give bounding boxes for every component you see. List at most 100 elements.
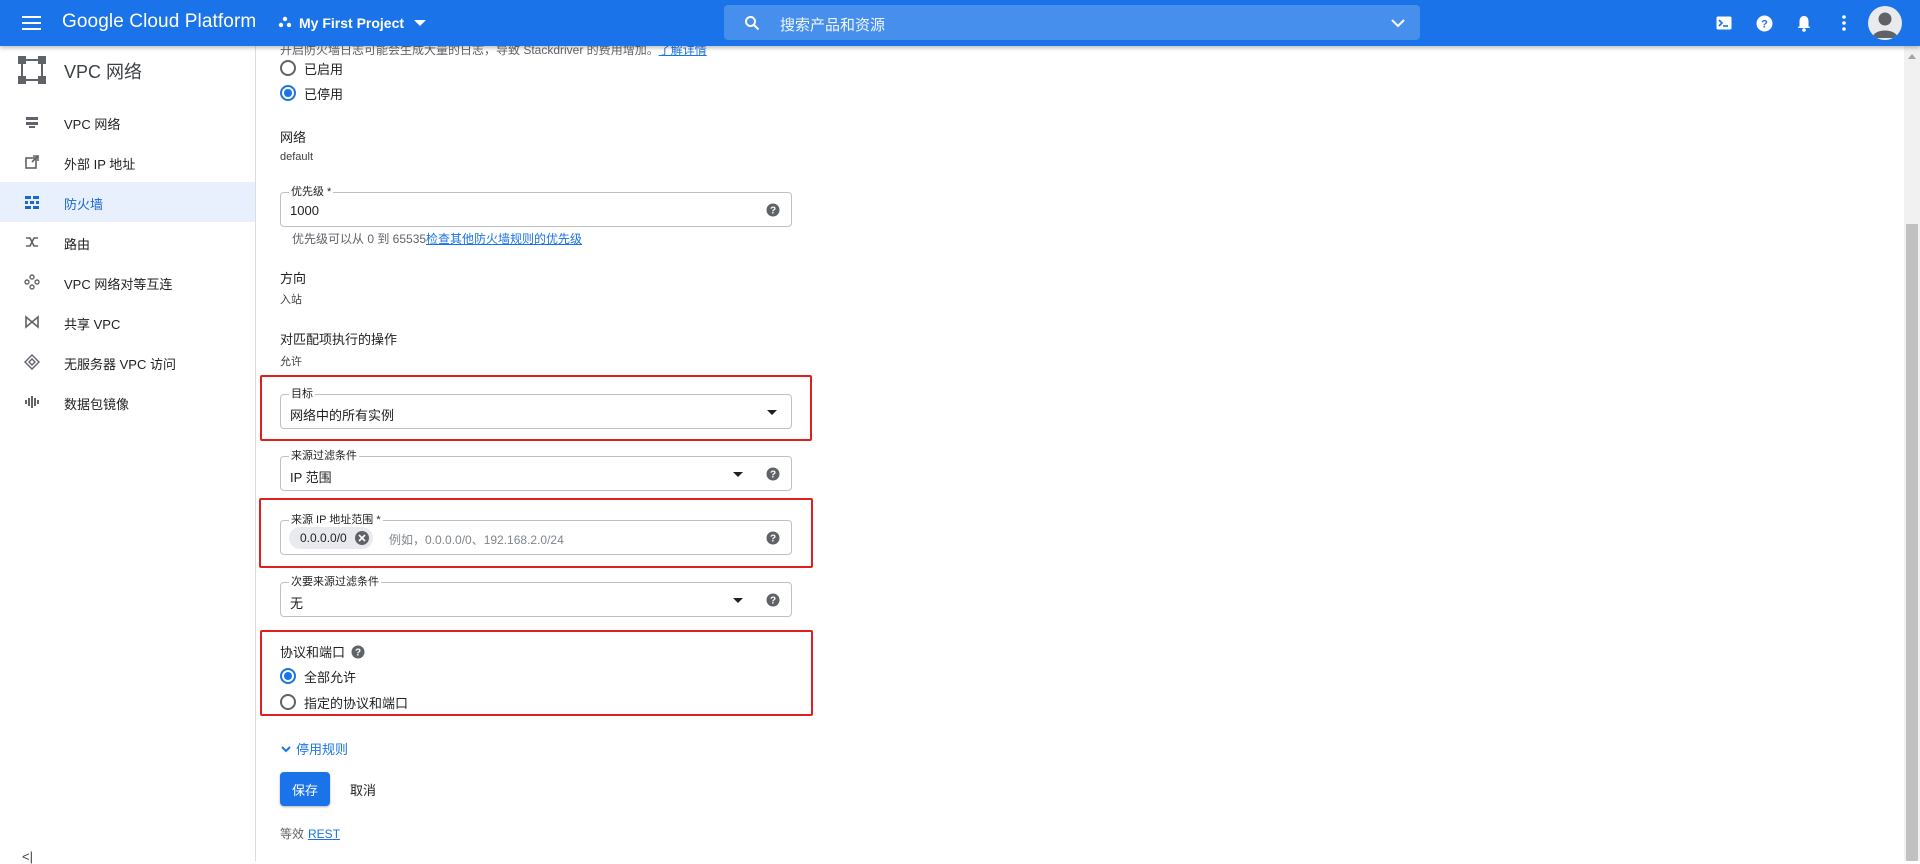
dropdown-arrow-icon[interactable]: [733, 598, 743, 603]
ip-range-chip[interactable]: 0.0.0.0/0: [289, 527, 373, 549]
sidebar-item-external-ip[interactable]: 外部 IP 地址: [0, 142, 255, 182]
chevron-down-icon[interactable]: [1390, 15, 1406, 31]
source-filter-label: 来源过滤条件: [289, 449, 359, 463]
source-ip-ranges-label: 来源 IP 地址范围 *: [289, 513, 383, 527]
serverless-icon: [24, 354, 40, 370]
project-hexagon-icon: [278, 16, 292, 28]
sidebar-item-shared-vpc[interactable]: 共享 VPC: [0, 302, 255, 342]
sidebar-item-firewall[interactable]: 防火墙: [0, 182, 255, 222]
priority-field-label: 优先级 *: [289, 185, 334, 199]
secondary-filter-label: 次要来源过滤条件: [289, 575, 381, 589]
direction-value: 入站: [280, 294, 302, 306]
logs-on-radio[interactable]: 已启用: [280, 58, 343, 78]
logs-off-radio[interactable]: 已停用: [280, 83, 343, 103]
cancel-button[interactable]: 取消: [338, 772, 388, 806]
product-header: VPC 网络: [0, 46, 255, 94]
action-label: 对匹配项执行的操作: [280, 332, 398, 347]
disable-rule-label: 停用规则: [296, 742, 349, 757]
search-bar[interactable]: 搜索产品和资源: [724, 5, 1420, 40]
specified-protocols-radio[interactable]: 指定的协议和端口: [280, 692, 408, 712]
vpc-network-logo-icon: [18, 56, 46, 84]
left-nav: VPC 网络 VPC 网络 外部 IP 地址 防火墙 路由 VPC 网络对等互连…: [0, 46, 256, 864]
scrollbar-thumb[interactable]: [1906, 224, 1918, 861]
cloud-shell-icon[interactable]: [1712, 11, 1736, 35]
account-avatar[interactable]: [1868, 6, 1902, 40]
sidebar-item-packet-mirroring[interactable]: 数据包镜像: [0, 382, 255, 422]
page-scrollbar[interactable]: [1904, 46, 1920, 861]
notifications-bell-icon[interactable]: [1792, 11, 1816, 35]
source-filter-value: IP 范围: [290, 470, 332, 485]
help-icon[interactable]: ?: [766, 593, 780, 607]
search-input[interactable]: 搜索产品和资源: [780, 14, 885, 35]
main-menu-icon[interactable]: [20, 11, 44, 35]
sidebar-item-label: 共享 VPC: [64, 317, 121, 332]
help-icon[interactable]: ?: [766, 531, 780, 545]
firewall-icon: [25, 196, 39, 209]
sidebar-item-label: 无服务器 VPC 访问: [64, 357, 176, 372]
help-icon[interactable]: ?: [766, 203, 780, 217]
rest-link[interactable]: REST: [308, 827, 340, 841]
project-selector[interactable]: My First Project: [278, 11, 427, 35]
sidebar-item-vpc-networks[interactable]: VPC 网络: [0, 102, 255, 142]
source-ip-ranges-field[interactable]: 来源 IP 地址范围 * 0.0.0.0/0 例如，0.0.0.0/0、192.…: [280, 513, 792, 555]
chevron-down-icon: [281, 745, 291, 752]
allow-all-radio[interactable]: 全部允许: [280, 666, 356, 686]
action-value: 允许: [280, 356, 302, 368]
sidebar-item-routes[interactable]: 路由: [0, 222, 255, 262]
sidebar-item-label: 数据包镜像: [64, 397, 130, 412]
sidebar-item-label: VPC 网络: [64, 117, 121, 132]
source-ip-input[interactable]: 例如，0.0.0.0/0、192.168.2.0/24: [389, 531, 564, 548]
external-ip-icon: [25, 155, 39, 169]
top-app-bar: Google Cloud Platform My First Project 搜…: [0, 0, 1920, 46]
svg-text:?: ?: [1761, 18, 1768, 30]
sidebar-item-label: 路由: [64, 237, 91, 252]
secondary-source-filter-select[interactable]: 次要来源过滤条件 无 ?: [280, 575, 792, 617]
main-content: 开启防火墙日志可能会生成大量的日志，导致 Stackdriver 的费用增加。了…: [256, 46, 1904, 861]
sidebar-item-label: 防火墙: [64, 197, 104, 212]
learn-more-link[interactable]: 了解详情: [659, 46, 707, 57]
priority-field[interactable]: 优先级 * 1000 ?: [280, 185, 792, 227]
radio-circle: [280, 694, 296, 710]
equivalent-rest: 等效 REST: [280, 827, 341, 841]
svg-text:?: ?: [770, 206, 776, 217]
target-select[interactable]: 目标 网络中的所有实例: [280, 387, 792, 429]
svg-text:?: ?: [770, 596, 776, 607]
priority-input[interactable]: 1000: [290, 203, 319, 218]
logs-note: 开启防火墙日志可能会生成大量的日志，导致 Stackdriver 的费用增加。了…: [280, 46, 707, 58]
project-name: My First Project: [299, 15, 405, 31]
sidebar-item-serverless-vpc-access[interactable]: 无服务器 VPC 访问: [0, 342, 255, 382]
protocols-ports-label: 协议和端口: [280, 645, 346, 660]
radio-circle: [280, 668, 296, 684]
peering-icon: [24, 274, 40, 290]
radio-circle: [280, 60, 296, 76]
radio-label: 已启用: [304, 61, 344, 77]
network-value: default: [280, 151, 314, 163]
chip-label: 0.0.0.0/0: [300, 531, 347, 545]
app-title[interactable]: Google Cloud Platform: [62, 11, 256, 33]
help-icon[interactable]: ?: [1752, 11, 1776, 35]
help-icon[interactable]: ?: [766, 467, 780, 481]
sidebar-item-vpc-peering[interactable]: VPC 网络对等互连: [0, 262, 255, 302]
sidebar-item-label: 外部 IP 地址: [64, 157, 136, 172]
svg-text:?: ?: [770, 534, 776, 545]
radio-label: 全部允许: [304, 669, 357, 685]
source-filter-select[interactable]: 来源过滤条件 IP 范围 ?: [280, 449, 792, 491]
network-label: 网络: [280, 130, 307, 145]
secondary-filter-value: 无: [290, 596, 304, 611]
radio-label: 已停用: [304, 86, 344, 102]
dropdown-arrow-icon[interactable]: [767, 410, 777, 415]
scroll-up-icon[interactable]: [1908, 54, 1916, 59]
save-button[interactable]: 保存: [280, 772, 330, 806]
protocols-ports-heading: 协议和端口 ?: [280, 642, 365, 661]
collapse-nav-button[interactable]: <|: [22, 849, 33, 864]
routes-icon: [26, 237, 38, 247]
svg-text:?: ?: [355, 647, 361, 658]
more-vert-icon[interactable]: [1832, 11, 1856, 35]
remove-chip-icon[interactable]: [354, 531, 369, 545]
check-priority-link[interactable]: 检查其他防火墙规则的优先级: [426, 232, 582, 246]
target-select-label: 目标: [289, 387, 315, 401]
dropdown-arrow-icon[interactable]: [733, 472, 743, 477]
target-select-value: 网络中的所有实例: [290, 408, 395, 423]
help-icon[interactable]: ?: [351, 645, 365, 659]
disable-rule-toggle[interactable]: 停用规则: [280, 739, 348, 758]
